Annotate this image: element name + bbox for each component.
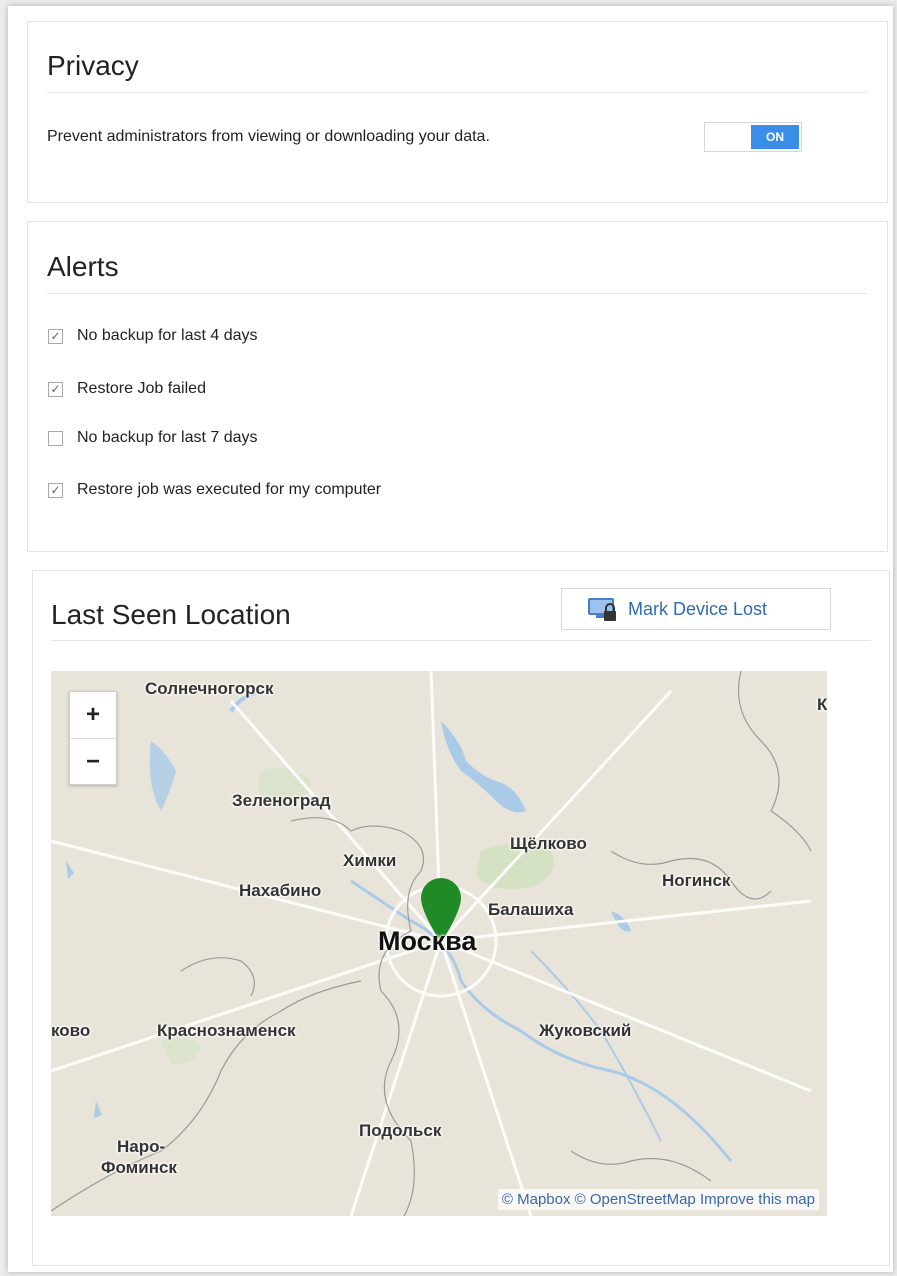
alert-label: Restore job was executed for my computer: [77, 481, 382, 498]
privacy-description: Prevent administrators from viewing or d…: [47, 128, 490, 145]
map-label-podolsk: Подольск: [359, 1121, 442, 1140]
toggle-on-label: ON: [751, 125, 799, 149]
map-label-naro: Наро-: [117, 1137, 166, 1156]
map-label-zhukovsky: Жуковский: [539, 1021, 632, 1040]
checkbox[interactable]: ✓: [48, 328, 63, 344]
map-label-zelenograd: Зеленоград: [232, 791, 331, 810]
alert-item[interactable]: No backup for last 7 days: [48, 429, 258, 447]
map-label-nakhabino: Нахабино: [239, 881, 322, 900]
alert-item[interactable]: ✓ No backup for last 4 days: [48, 327, 258, 345]
checkbox[interactable]: ✓: [48, 381, 63, 397]
improve-map-link[interactable]: Improve this map: [700, 1191, 815, 1208]
alert-label: No backup for last 4 days: [77, 327, 258, 344]
map-label-moskva: Москва: [378, 926, 477, 956]
privacy-title: Privacy: [47, 50, 139, 81]
checkbox[interactable]: [48, 430, 63, 446]
location-title: Last Seen Location: [51, 599, 291, 630]
zoom-in-button[interactable]: +: [70, 692, 116, 738]
checkbox[interactable]: ✓: [48, 482, 63, 498]
privacy-toggle[interactable]: ON: [704, 122, 802, 152]
alerts-divider: [47, 293, 867, 294]
privacy-divider: [47, 92, 867, 93]
mark-device-lost-button[interactable]: Mark Device Lost: [561, 588, 831, 630]
map-label-kovo: ково: [51, 1021, 91, 1040]
alert-label: No backup for last 7 days: [77, 429, 258, 446]
map-view[interactable]: + − Солнечногорск К Зеленоград Химки Щёл…: [51, 671, 827, 1216]
osm-link[interactable]: © OpenStreetMap: [575, 1191, 696, 1208]
location-divider: [51, 640, 871, 641]
map-label-khimki: Химки: [343, 851, 397, 870]
device-lock-icon: [588, 598, 616, 621]
zoom-out-button[interactable]: −: [70, 738, 116, 785]
alert-label: Restore Job failed: [77, 380, 206, 397]
map-label-shchelkovo: Щёлково: [510, 834, 587, 853]
map-label-noginsk: Ногинск: [662, 871, 731, 890]
zoom-control: + −: [69, 691, 117, 785]
map-label-k: К: [817, 695, 827, 714]
alert-item[interactable]: ✓ Restore job was executed for my comput…: [48, 481, 381, 499]
privacy-panel: Privacy Prevent administrators from view…: [27, 21, 888, 203]
map-label-balashikha: Балашиха: [488, 900, 574, 919]
toggle-knob: [705, 123, 753, 151]
alerts-title: Alerts: [47, 251, 119, 282]
map-label-solnechnogorsk: Солнечногорск: [145, 679, 274, 698]
map-label-fominsk: Фоминск: [101, 1158, 177, 1177]
mapbox-link[interactable]: © Mapbox: [502, 1191, 571, 1208]
alert-item[interactable]: ✓ Restore Job failed: [48, 380, 206, 398]
map-label-krasnoznamensk: Краснознаменск: [157, 1021, 296, 1040]
map-attribution: © Mapbox © OpenStreetMap Improve this ma…: [497, 1189, 819, 1210]
mark-device-lost-label: Mark Device Lost: [628, 598, 768, 619]
